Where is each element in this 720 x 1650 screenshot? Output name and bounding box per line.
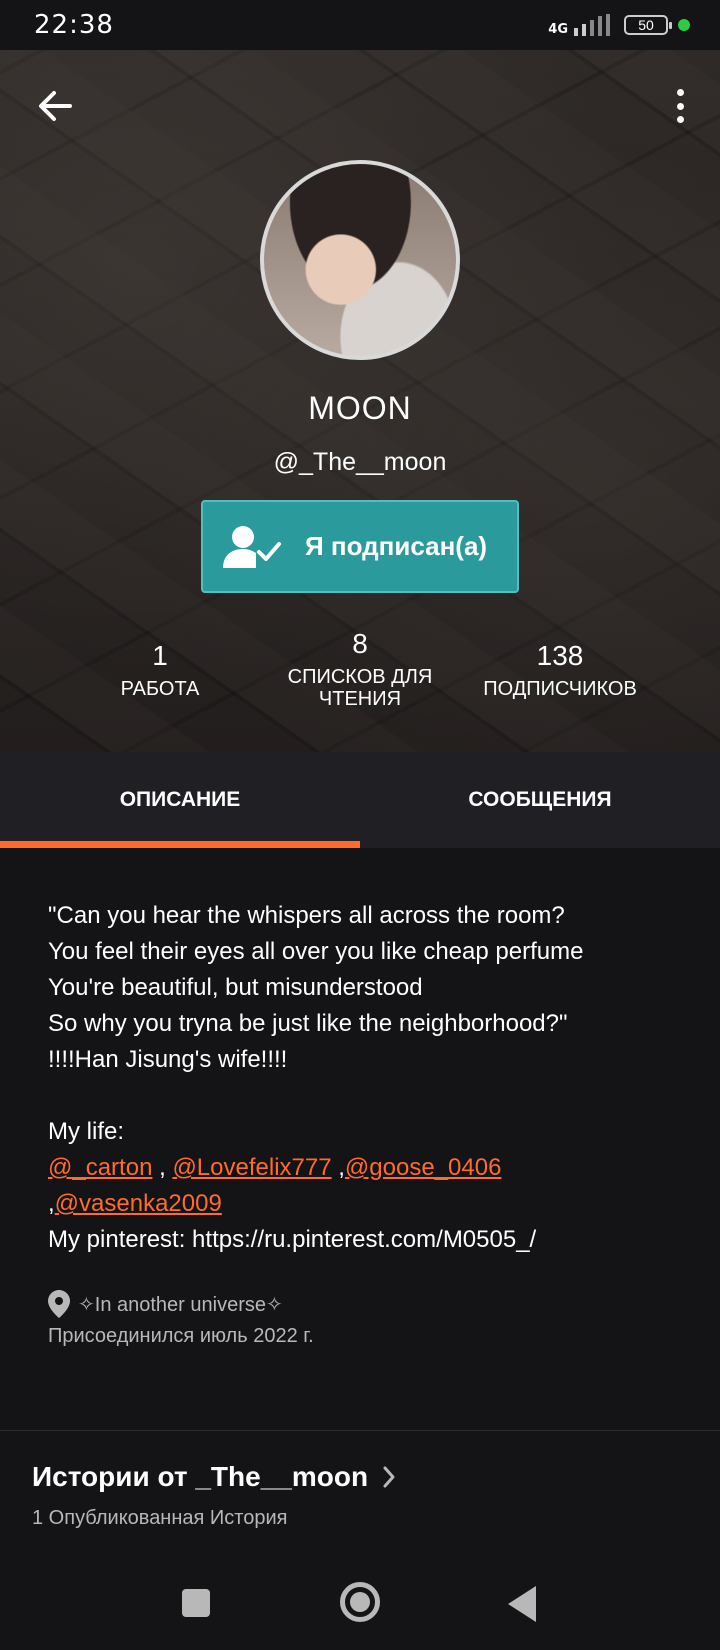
stat-works[interactable]: 1 РАБОТА <box>100 640 220 700</box>
mention-link[interactable]: @goose_0406 <box>345 1154 502 1181</box>
stories-title: Истории от _The__moon <box>32 1461 369 1492</box>
mentions-line-2: ,@vasenka2009 <box>48 1190 222 1217</box>
profile-header: MOON @_The__moon Я подписан(а) 1 РАБОТА … <box>0 50 720 752</box>
about-line: You feel their eyes all over you like ch… <box>48 938 584 965</box>
network-type: 4G <box>548 22 568 37</box>
back-button[interactable] <box>36 86 76 126</box>
stories-title-row: Истории от _The__moon <box>32 1461 396 1493</box>
location-text: ✧In another universe✧ <box>78 1293 283 1316</box>
more-vertical-icon <box>676 89 684 96</box>
signal-bars-icon: 4G <box>548 14 614 36</box>
battery-icon: 50 <box>624 15 672 35</box>
profile-meta: ✧In another universe✧ Присоединился июль… <box>48 1288 314 1352</box>
arrow-left-icon <box>39 91 72 121</box>
my-life-label: My life: <box>48 1118 125 1145</box>
profile-tabs: ОПИСАНИЕ СООБЩЕНИЯ <box>0 752 720 848</box>
battery-level: 50 <box>638 17 654 33</box>
mention-link[interactable]: @Lovefelix777 <box>172 1154 331 1181</box>
map-pin-icon <box>48 1290 70 1318</box>
location-row: ✧In another universe✧ <box>48 1288 314 1320</box>
triangle-back-icon[interactable] <box>508 1586 536 1622</box>
stat-reading-lists-label-2: ЧТЕНИЯ <box>318 688 402 710</box>
follow-button-label: Я подписан(а) <box>305 531 488 561</box>
user-check-icon <box>219 522 285 572</box>
status-time: 22:38 <box>34 10 114 40</box>
joined-text: Присоединился июль 2022 г. <box>48 1324 314 1347</box>
about-line: !!!!Han Jisung's wife!!!! <box>48 1046 288 1073</box>
about-line: You're beautiful, but misunderstood <box>48 974 423 1001</box>
stat-followers-label: ПОДПИСЧИКОВ <box>483 678 637 700</box>
status-icons: 4G 50 <box>548 12 690 38</box>
active-tab-indicator <box>0 841 360 848</box>
pinterest-line: My pinterest: https://ru.pinterest.com/M… <box>48 1226 537 1253</box>
profile-handle: @_The__moon <box>273 448 447 476</box>
stat-reading-lists-label-1: СПИСКОВ ДЛЯ <box>287 666 433 688</box>
more-options-button[interactable] <box>670 86 690 126</box>
profile-name: MOON <box>308 390 412 426</box>
about-line: So why you tryna be just like the neighb… <box>48 1010 568 1037</box>
stat-works-value: 1 <box>152 640 168 671</box>
stat-followers[interactable]: 138 ПОДПИСЧИКОВ <box>470 640 650 700</box>
stories-count: 1 Опубликованная История <box>32 1507 288 1529</box>
privacy-dot-icon <box>678 19 690 31</box>
about-description: "Can you hear the whispers all across th… <box>48 898 698 1258</box>
stat-works-label: РАБОТА <box>120 678 200 700</box>
stories-section[interactable]: Истории от _The__moon 1 Опубликованная И… <box>0 1431 720 1551</box>
mention-link[interactable]: @vasenka2009 <box>55 1190 222 1217</box>
joined-row: Присоединился июль 2022 г. <box>48 1320 314 1352</box>
stat-reading-lists-value: 8 <box>352 628 368 659</box>
square-icon[interactable] <box>182 1589 210 1617</box>
tab-description[interactable]: ОПИСАНИЕ <box>0 752 360 848</box>
circle-icon[interactable] <box>340 1582 380 1622</box>
follow-button[interactable]: Я подписан(а) <box>201 500 519 593</box>
mention-link[interactable]: @_carton <box>48 1154 152 1181</box>
system-nav-bar <box>0 1560 720 1650</box>
chevron-right-icon <box>383 1466 395 1488</box>
stat-reading-lists[interactable]: 8 СПИСКОВ ДЛЯ ЧТЕНИЯ <box>270 628 450 710</box>
about-line: "Can you hear the whispers all across th… <box>48 902 565 929</box>
status-bar: 22:38 4G 50 <box>0 0 720 50</box>
about-section: "Can you hear the whispers all across th… <box>0 848 720 1431</box>
stat-followers-value: 138 <box>536 640 584 671</box>
tab-messages[interactable]: СООБЩЕНИЯ <box>360 752 720 848</box>
mentions-line-1: @_carton , @Lovefelix777 ,@goose_0406 <box>48 1154 502 1181</box>
avatar[interactable] <box>260 160 460 360</box>
